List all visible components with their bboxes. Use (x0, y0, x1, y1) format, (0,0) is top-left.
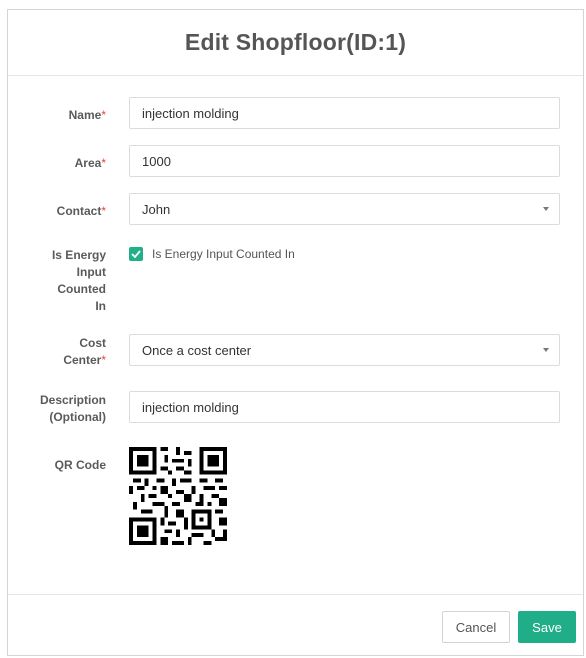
cost-center-label-line: Cost (79, 336, 106, 350)
description-label-line: (Optional) (49, 410, 106, 424)
check-icon (131, 250, 141, 258)
description-input[interactable]: injection molding (129, 391, 560, 423)
energy-checkbox-control[interactable]: Is Energy Input Counted In (129, 247, 295, 261)
save-button[interactable]: Save (518, 611, 576, 643)
cost-center-select-value: Once a cost center (142, 342, 252, 358)
qr-label: QR Code (54, 458, 106, 472)
energy-label-line: Is Energy (51, 248, 106, 262)
required-mark: * (101, 204, 106, 218)
area-label-text: Area (74, 156, 102, 170)
modal-body: Name* injection molding Area* 1000 Conta… (8, 76, 583, 595)
area-input[interactable]: 1000 (129, 145, 560, 177)
chevron-down-icon (543, 207, 549, 211)
name-label-text: Name (68, 108, 102, 122)
description-label-line: Description (39, 393, 106, 407)
contact-label: Contact* (26, 203, 106, 219)
name-input-value: injection molding (142, 105, 239, 121)
name-input[interactable]: injection molding (129, 97, 560, 129)
area-input-value: 1000 (142, 153, 171, 169)
cost-center-label-line: Center (63, 353, 102, 367)
description-label: Description (Optional) (16, 392, 106, 426)
energy-checkbox-label[interactable]: Is Energy Input Counted In (152, 247, 295, 261)
contact-label-text: Contact (56, 204, 102, 218)
cost-center-label: Cost Center* (26, 335, 106, 369)
chevron-down-icon (543, 348, 549, 352)
modal-title: Edit Shopfloor(ID:1) (184, 29, 407, 55)
modal-footer: Cancel Save (8, 595, 583, 657)
required-mark: * (101, 156, 106, 170)
modal-header: Edit Shopfloor(ID:1) (8, 10, 583, 76)
description-input-value: injection molding (142, 399, 239, 415)
area-label: Area* (26, 155, 106, 171)
energy-label: Is Energy Input Counted In (26, 247, 106, 315)
name-label: Name* (26, 107, 106, 123)
energy-label-line: Input (76, 265, 106, 279)
energy-label-line: In (95, 299, 106, 313)
qr-code-image (129, 447, 227, 545)
energy-label-line: Counted (57, 282, 106, 296)
required-mark: * (101, 353, 106, 367)
energy-checkbox[interactable] (129, 247, 143, 261)
contact-select-value: John (142, 201, 171, 217)
cancel-button[interactable]: Cancel (442, 611, 510, 643)
cost-center-select[interactable]: Once a cost center (129, 334, 560, 366)
edit-shopfloor-modal: Edit Shopfloor(ID:1) Name* injection mol… (7, 9, 584, 656)
contact-select[interactable]: John (129, 193, 560, 225)
required-mark: * (101, 108, 106, 122)
